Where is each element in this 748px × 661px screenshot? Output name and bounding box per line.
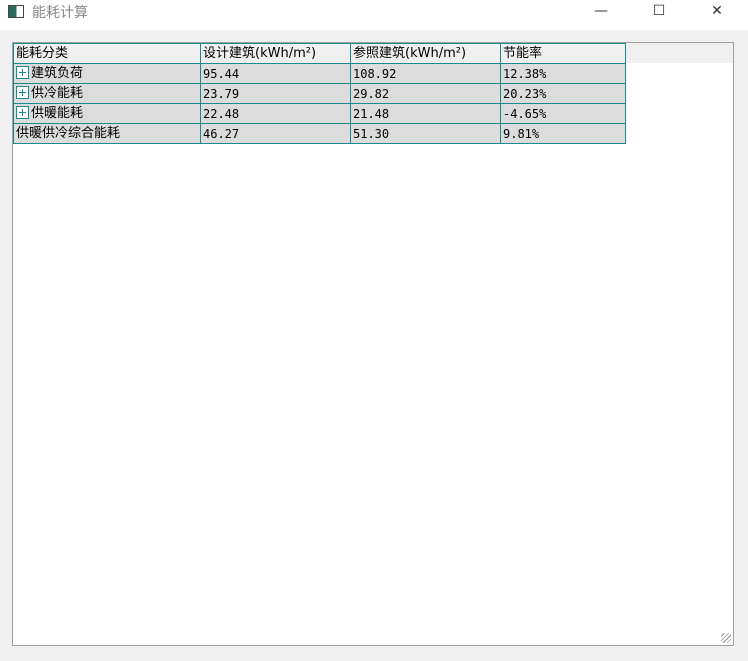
cell-text: 供暖能耗: [31, 105, 84, 121]
table-row[interactable]: 供暖供冷综合能耗 46.27 51.30 9.81%: [13, 123, 626, 144]
title-bar: 能耗计算 — ☐ ✕: [0, 0, 748, 30]
header-category[interactable]: 能耗分类: [13, 43, 201, 64]
cell-text: 12.38%: [503, 66, 547, 81]
cell-design[interactable]: 23.79: [200, 83, 351, 104]
expand-icon[interactable]: [16, 105, 29, 119]
app-icon: [8, 5, 24, 18]
cell-text: 23.79: [203, 86, 240, 101]
cell-category[interactable]: 供暖能耗: [13, 103, 201, 124]
cell-category[interactable]: 供冷能耗: [13, 83, 201, 104]
cell-design[interactable]: 95.44: [200, 63, 351, 84]
header-design[interactable]: 设计建筑(kWh/m²): [200, 43, 351, 64]
cell-text: 20.23%: [503, 86, 547, 101]
header-reference[interactable]: 参照建筑(kWh/m²): [350, 43, 501, 64]
cell-text: 供冷能耗: [31, 85, 84, 101]
cell-text: 95.44: [203, 66, 240, 81]
cell-text: 9.81%: [503, 126, 540, 141]
maximize-button[interactable]: ☐: [636, 0, 682, 24]
cell-text: 供暖供冷综合能耗: [16, 125, 121, 141]
cell-saving-rate[interactable]: 12.38%: [500, 63, 626, 84]
cell-text: 51.30: [353, 126, 390, 141]
cell-reference[interactable]: 51.30: [350, 123, 501, 144]
expand-icon[interactable]: [16, 65, 29, 79]
window-title: 能耗计算: [32, 5, 88, 21]
cell-design[interactable]: 22.48: [200, 103, 351, 124]
cell-text: -4.65%: [503, 106, 547, 121]
energy-tree-table[interactable]: 能耗分类 设计建筑(kWh/m²) 参照建筑(kWh/m²) 节能率 建筑负荷 9…: [12, 42, 734, 646]
minimize-button[interactable]: —: [578, 0, 624, 24]
table-row[interactable]: 供冷能耗 23.79 29.82 20.23%: [13, 83, 626, 104]
cell-text: 46.27: [203, 126, 240, 141]
header-row: 能耗分类 设计建筑(kWh/m²) 参照建筑(kWh/m²) 节能率: [13, 43, 626, 64]
close-button[interactable]: ✕: [694, 0, 740, 24]
cell-design[interactable]: 46.27: [200, 123, 351, 144]
cell-text: 建筑负荷: [31, 65, 84, 81]
cell-reference[interactable]: 29.82: [350, 83, 501, 104]
cell-saving-rate[interactable]: -4.65%: [500, 103, 626, 124]
cell-saving-rate[interactable]: 20.23%: [500, 83, 626, 104]
cell-saving-rate[interactable]: 9.81%: [500, 123, 626, 144]
table-row[interactable]: 供暖能耗 22.48 21.48 -4.65%: [13, 103, 626, 124]
expand-icon[interactable]: [16, 85, 29, 99]
cell-text: 29.82: [353, 86, 390, 101]
cell-text: 108.92: [353, 66, 397, 81]
header-saving-rate[interactable]: 节能率: [500, 43, 626, 64]
table-row[interactable]: 建筑负荷 95.44 108.92 12.38%: [13, 63, 626, 84]
resize-grip[interactable]: [721, 633, 731, 643]
cell-reference[interactable]: 21.48: [350, 103, 501, 124]
cell-reference[interactable]: 108.92: [350, 63, 501, 84]
cell-text: 22.48: [203, 106, 240, 121]
cell-category[interactable]: 供暖供冷综合能耗: [13, 123, 201, 144]
cell-text: 21.48: [353, 106, 390, 121]
cell-category[interactable]: 建筑负荷: [13, 63, 201, 84]
energy-table: 能耗分类 设计建筑(kWh/m²) 参照建筑(kWh/m²) 节能率 建筑负荷 9…: [13, 43, 626, 144]
